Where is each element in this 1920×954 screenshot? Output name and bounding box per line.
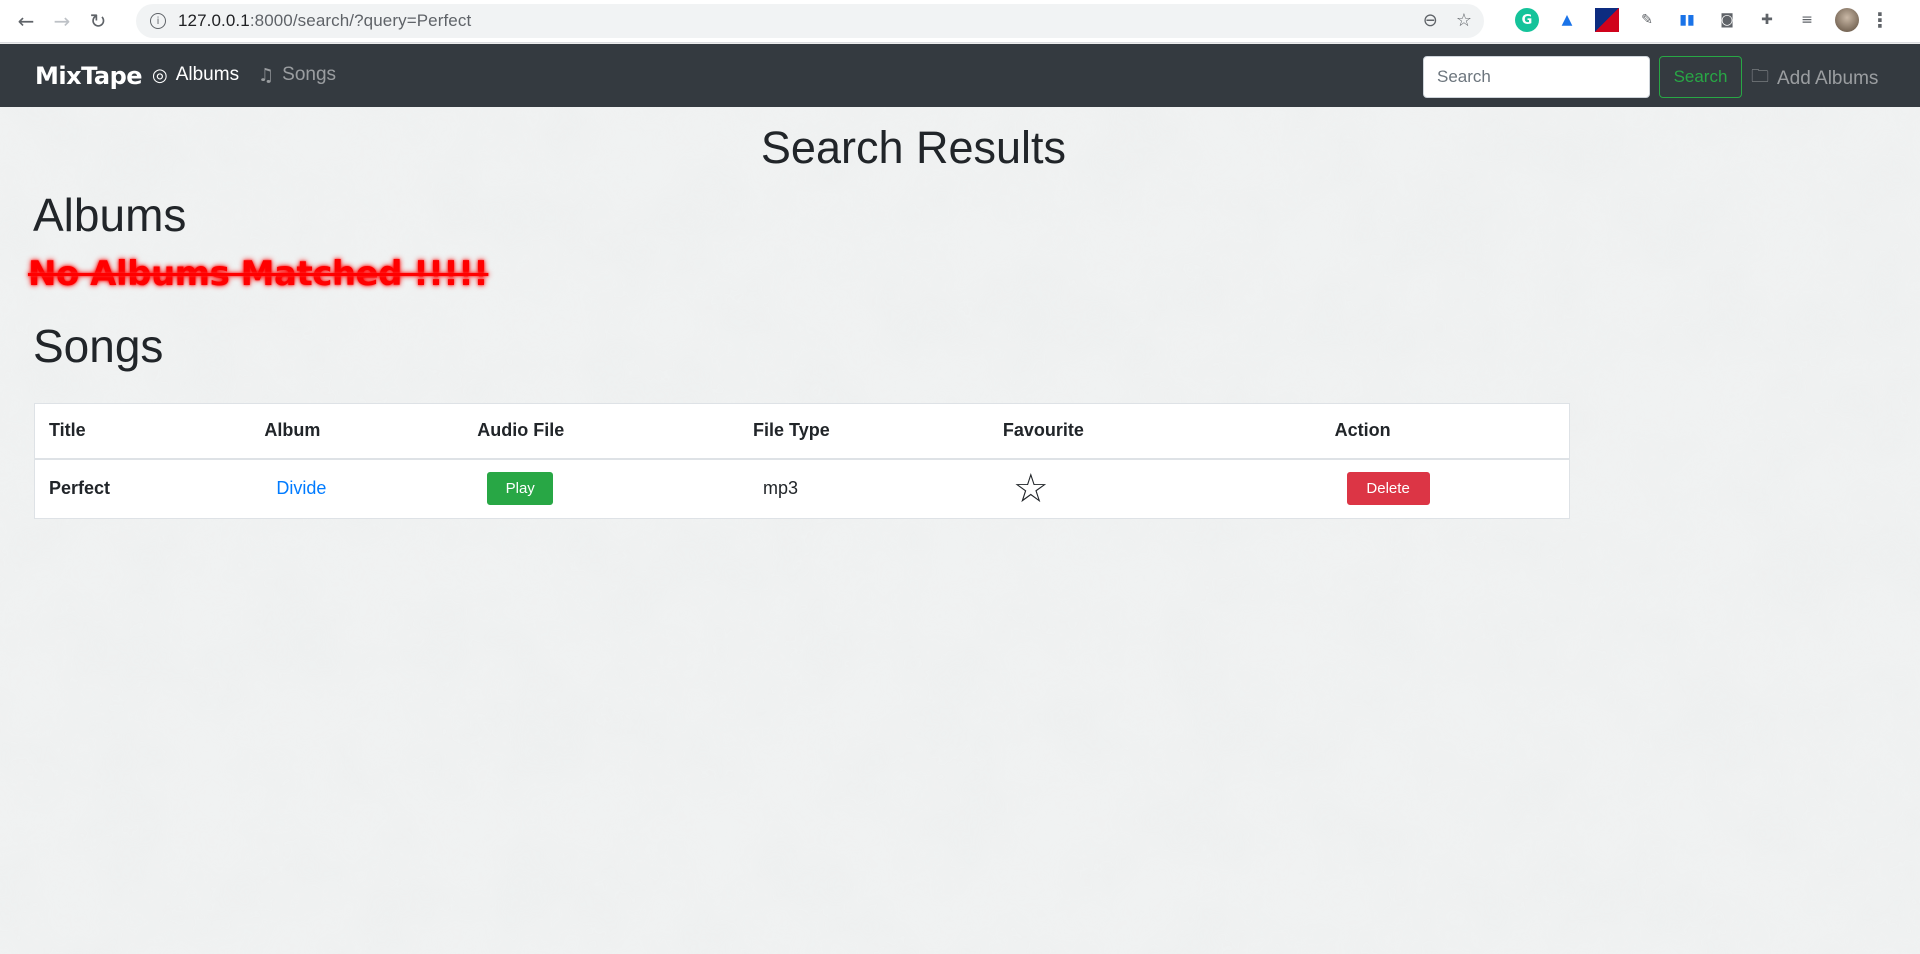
file-type-cell: mp3 <box>739 458 989 519</box>
reading-list-icon[interactable]: ≡ <box>1795 8 1819 32</box>
forward-arrow-icon[interactable]: → <box>44 3 80 39</box>
puzzle-extensions-icon[interactable]: ✚ <box>1755 8 1779 32</box>
audio-file-cell: Play <box>463 458 740 519</box>
app-navbar: MixTape ◎ Albums ♫ Songs Search 🗀 Add Al… <box>0 44 1920 107</box>
column-header-favourite: Favourite <box>988 403 1294 460</box>
browser-toolbar: ← → ↻ i 127.0.0.1:8000/search/?query=Per… <box>0 0 1920 43</box>
play-button[interactable]: Play <box>487 472 554 506</box>
camera-icon[interactable]: ◙ <box>1715 8 1739 32</box>
brand-logo[interactable]: MixTape <box>35 62 143 90</box>
delete-button[interactable]: Delete <box>1346 472 1430 506</box>
column-header-file-type: File Type <box>739 403 989 460</box>
songs-table: Title Album Audio File File Type Favouri… <box>34 403 1570 519</box>
flag-extension-icon[interactable] <box>1595 8 1619 32</box>
zoom-icon[interactable]: ⊖ <box>1423 10 1438 31</box>
folder-plus-icon: 🗀 <box>1751 66 1769 87</box>
disc-icon: ◎ <box>152 64 168 86</box>
album-cell: Divide <box>250 458 464 519</box>
search-input[interactable] <box>1423 56 1650 98</box>
music-note-icon: ♫ <box>258 64 275 86</box>
nav-songs[interactable]: ♫ Songs <box>258 64 336 86</box>
profile-avatar[interactable] <box>1835 8 1859 32</box>
nav-add-albums-label: Add Albums <box>1777 68 1879 89</box>
background-texture <box>0 107 1920 954</box>
favourite-cell: ☆ <box>988 458 1294 519</box>
bookmark-star-icon[interactable]: ☆ <box>1456 10 1472 31</box>
grammarly-icon[interactable]: G <box>1515 8 1539 32</box>
page-title: Search Results <box>760 122 1067 173</box>
table-row: Perfect Divide Play mp3 ☆ Delete <box>34 458 1570 519</box>
nav-songs-label: Songs <box>282 64 337 85</box>
album-link[interactable]: Divide <box>264 478 326 498</box>
address-bar[interactable]: i 127.0.0.1:8000/search/?query=Perfect ⊖… <box>136 4 1484 38</box>
site-info-icon[interactable]: i <box>150 13 166 29</box>
main-content: Search Results Albums No Albums Matched … <box>0 107 1920 954</box>
url-text[interactable]: 127.0.0.1:8000/search/?query=Perfect <box>178 11 471 31</box>
nav-add-albums[interactable]: 🗀 Add Albums <box>1751 64 1878 94</box>
kebab-menu-icon[interactable]: ⋮ <box>1870 8 1890 32</box>
favourite-star-icon[interactable]: ☆ <box>1013 466 1049 512</box>
action-cell: Delete <box>1293 458 1570 519</box>
nav-albums-label: Albums <box>175 64 240 85</box>
songs-heading: Songs <box>33 320 164 372</box>
colorful-extension-icon[interactable]: ▮▮ <box>1675 8 1699 32</box>
reload-icon[interactable]: ↻ <box>80 3 116 39</box>
column-header-album: Album <box>250 403 464 460</box>
column-header-audio-file: Audio File <box>463 403 740 460</box>
back-arrow-icon[interactable]: ← <box>8 3 44 39</box>
extensions-bar: G ▲ ✎ ▮▮ ◙ ✚ ≡ ⋮ <box>1515 8 1890 32</box>
table-header-row: Title Album Audio File File Type Favouri… <box>34 403 1570 460</box>
column-header-action: Action <box>1293 403 1570 460</box>
search-button[interactable]: Search <box>1659 56 1742 98</box>
nav-albums[interactable]: ◎ Albums <box>152 64 239 86</box>
no-albums-message: No Albums Matched !!!!! <box>28 254 489 294</box>
albums-heading: Albums <box>33 189 187 241</box>
column-header-title: Title <box>34 403 251 460</box>
song-title-cell: Perfect <box>34 458 251 519</box>
google-drive-icon[interactable]: ▲ <box>1555 8 1579 32</box>
eyedropper-icon[interactable]: ✎ <box>1635 8 1659 32</box>
